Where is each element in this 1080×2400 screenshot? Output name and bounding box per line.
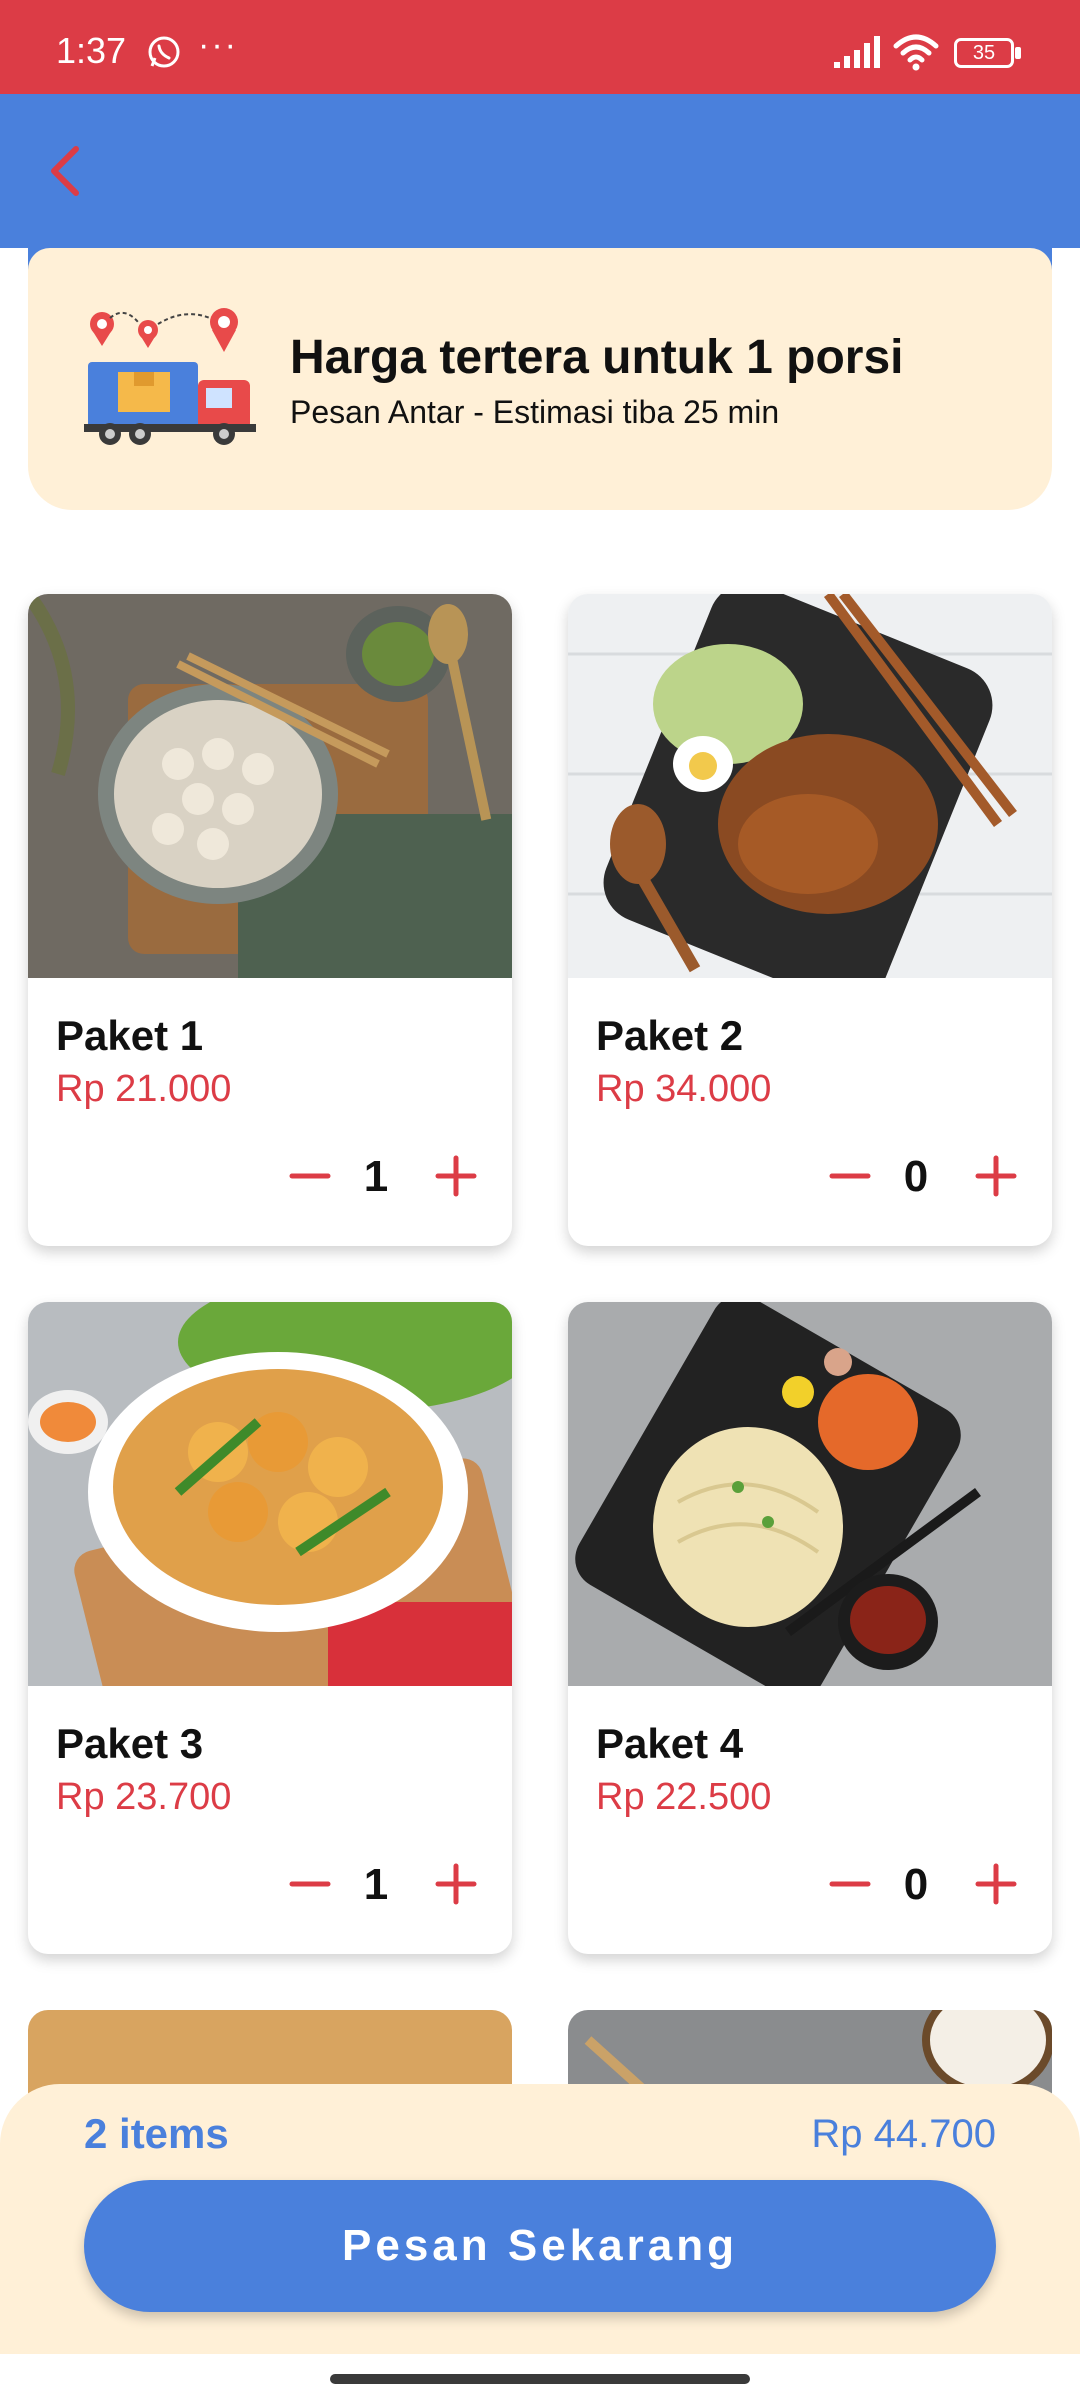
product-price: Rp 34.000 [596, 1068, 772, 1110]
increase-quantity-icon[interactable] [966, 1146, 1026, 1206]
product-name: Paket 3 [56, 1720, 204, 1767]
wifi-icon [893, 34, 939, 71]
battery-icon: 35 [954, 38, 1022, 70]
product-price: Rp 22.500 [596, 1776, 772, 1818]
app-bar [0, 94, 1080, 248]
product-name: Paket 4 [596, 1720, 744, 1767]
battery-level: 35 [954, 38, 1014, 68]
product-card-paket-1[interactable]: Paket 1 Rp 21.000 1 [28, 594, 512, 1246]
product-card-paket-4[interactable]: Paket 4 Rp 22.500 0 [568, 1302, 1052, 1954]
whatsapp-icon [148, 36, 180, 68]
product-card-paket-2[interactable]: Paket 2 Rp 34.000 0 [568, 594, 1052, 1246]
product-price: Rp 21.000 [56, 1068, 232, 1110]
app-screen: 1:37 ··· 35 Harga tertera untuk 1 porsi … [0, 0, 1080, 2400]
quantity-value: 1 [363, 1152, 389, 1201]
quantity-value: 1 [363, 1860, 389, 1909]
signal-icon [834, 36, 880, 68]
gesture-nav-area [0, 2354, 1080, 2400]
decrease-quantity-icon[interactable] [820, 1854, 880, 1914]
quantity-value: 0 [903, 1860, 929, 1909]
product-card-paket-3[interactable]: Paket 3 Rp 23.700 1 [28, 1302, 512, 1954]
banner-subtitle: Pesan Antar - Estimasi tiba 25 min [290, 394, 780, 430]
home-gesture-handle[interactable] [330, 2374, 750, 2384]
cart-items-count: 2 items [84, 2110, 229, 2157]
fried-tofu-bowl-image [28, 1302, 512, 1686]
status-time: 1:37 [56, 30, 127, 71]
order-now-button[interactable]: Pesan Sekarang [84, 2180, 996, 2312]
quantity-value: 0 [903, 1152, 929, 1201]
product-name: Paket 1 [56, 1012, 204, 1059]
product-price: Rp 23.700 [56, 1776, 232, 1818]
increase-quantity-icon[interactable] [426, 1854, 486, 1914]
noodle-bento-box-image [568, 1302, 1052, 1686]
battery-cap [1015, 47, 1021, 59]
increase-quantity-icon[interactable] [426, 1146, 486, 1206]
meatball-noodle-soup-image [28, 594, 512, 978]
decrease-quantity-icon[interactable] [820, 1146, 880, 1206]
info-banner: Harga tertera untuk 1 porsi Pesan Antar … [28, 248, 1052, 510]
banner-title: Harga tertera untuk 1 porsi [290, 331, 904, 384]
cart-summary-sheet: 2 items Rp 44.700 Pesan Sekarang [0, 2084, 1080, 2354]
product-name: Paket 2 [596, 1012, 744, 1059]
back-arrow-icon[interactable] [36, 139, 100, 203]
decrease-quantity-icon[interactable] [280, 1854, 340, 1914]
teriyaki-bento-box-image [568, 594, 1052, 978]
cart-total-price: Rp 44.700 [811, 2112, 996, 2156]
decrease-quantity-icon[interactable] [280, 1146, 340, 1206]
more-notifications-icon: ··· [198, 26, 238, 64]
delivery-truck-icon [84, 308, 256, 445]
status-bar: 1:37 ··· 35 [0, 0, 1080, 94]
increase-quantity-icon[interactable] [966, 1854, 1026, 1914]
